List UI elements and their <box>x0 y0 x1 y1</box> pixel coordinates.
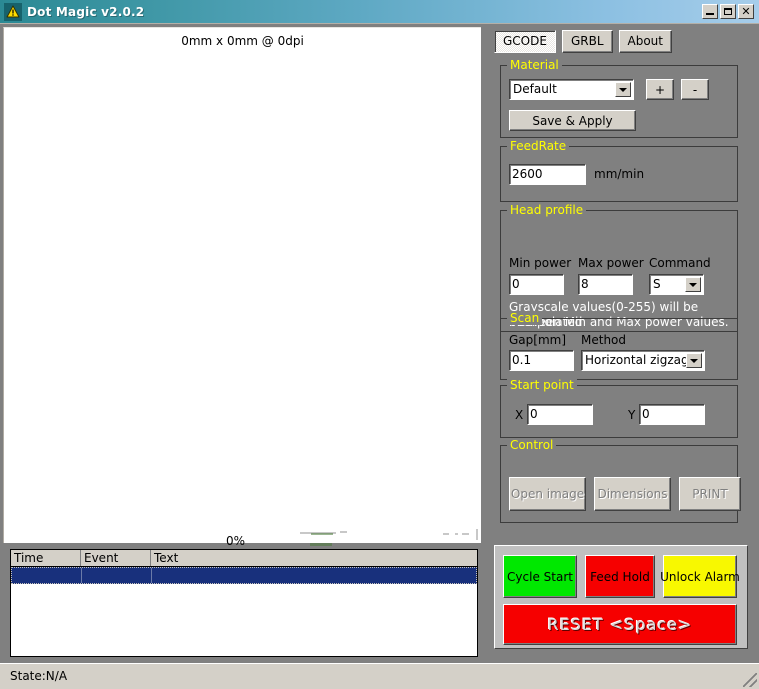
table-row[interactable] <box>11 567 477 584</box>
settings-panel: GCODE GRBL About Material Default + - Sa… <box>487 27 755 657</box>
tab-about[interactable]: About <box>618 30 672 53</box>
start-y-input[interactable]: 0 <box>639 404 705 425</box>
material-select-value: Default <box>513 82 557 96</box>
head-profile-group-label: Head profile <box>507 203 587 217</box>
title-bar: Dot Magic v2.0.2 ✕ <box>0 0 759 24</box>
chevron-down-icon[interactable] <box>686 353 702 368</box>
chevron-down-icon[interactable] <box>685 277 701 292</box>
material-group-label: Material <box>507 58 562 72</box>
scan-gap-label: Gap[mm] <box>509 333 567 347</box>
scan-gap-input[interactable]: 0.1 <box>509 350 574 371</box>
tab-grbl[interactable]: GRBL <box>561 30 613 53</box>
column-header-event[interactable]: Event <box>81 550 151 566</box>
progress-percent-label: 0% <box>226 534 246 548</box>
max-power-input[interactable]: 8 <box>578 274 633 295</box>
app-warning-triangle-icon <box>4 2 22 21</box>
control-group-label: Control <box>507 438 557 452</box>
material-select[interactable]: Default <box>509 79 634 100</box>
tab-gcode[interactable]: GCODE <box>494 30 556 53</box>
cycle-start-button[interactable]: Cycle Start <box>503 555 577 598</box>
render-artifact <box>340 531 347 533</box>
start-x-label: X <box>515 408 524 422</box>
cell-text <box>152 568 476 583</box>
render-artifact <box>443 533 449 535</box>
feedrate-input[interactable]: 2600 <box>509 164 586 185</box>
maximize-icon[interactable] <box>720 4 736 19</box>
chevron-down-icon[interactable] <box>615 82 631 97</box>
open-image-button[interactable]: Open image <box>509 477 586 511</box>
resize-grip-icon[interactable] <box>743 673 757 687</box>
status-bar: State:N/A <box>0 663 759 689</box>
start-y-label: Y <box>628 408 636 422</box>
scan-group: Scan Gap[mm] Method 0.1 Horizontal zigza… <box>500 311 738 380</box>
tab-bar: GCODE GRBL About <box>494 30 672 53</box>
scan-method-select[interactable]: Horizontal zigzag <box>581 350 705 371</box>
command-label: Command <box>649 256 711 270</box>
remove-material-button[interactable]: - <box>681 79 709 100</box>
column-header-time[interactable]: Time <box>11 550 81 566</box>
table-empty-body <box>11 584 477 654</box>
unlock-alarm-button[interactable]: Unlock Alarm <box>660 555 740 598</box>
scan-method-value: Horizontal zigzag <box>585 353 689 367</box>
start-x-input[interactable]: 0 <box>527 404 593 425</box>
render-artifact <box>310 543 332 546</box>
scan-group-label: Scan <box>507 311 543 325</box>
render-artifact <box>455 533 458 535</box>
image-dimensions-caption: 0mm x 0mm @ 0dpi <box>181 34 304 48</box>
control-group: Control Open image Dimensions PRINT <box>500 438 741 523</box>
close-icon[interactable]: ✕ <box>738 4 754 19</box>
window-controls: ✕ <box>702 4 754 19</box>
feedrate-group: FeedRate 2600 mm/min <box>500 139 738 202</box>
cell-event <box>82 568 152 583</box>
min-power-label: Min power <box>509 256 572 270</box>
start-point-group-label: Start point <box>507 378 577 392</box>
command-select[interactable]: S <box>649 274 704 295</box>
machine-controls-panel: Cycle Start Feed Hold Unlock Alarm RESET… <box>494 545 748 649</box>
feedrate-unit-label: mm/min <box>594 167 645 181</box>
material-group: Material Default + - Save & Apply <box>500 58 738 138</box>
render-artifact <box>462 533 469 535</box>
render-artifact <box>476 529 478 540</box>
feed-hold-button[interactable]: Feed Hold <box>585 555 655 598</box>
command-select-value: S <box>653 277 661 291</box>
max-power-label: Max power <box>578 256 644 270</box>
dimensions-button[interactable]: Dimensions <box>594 477 671 511</box>
min-power-input[interactable]: 0 <box>509 274 564 295</box>
application-window: Dot Magic v2.0.2 ✕ 0mm x 0mm @ 0dpi 0% T… <box>0 0 759 689</box>
column-header-text[interactable]: Text <box>151 550 477 566</box>
feedrate-group-label: FeedRate <box>507 139 570 153</box>
status-text: State:N/A <box>10 669 68 683</box>
start-point-group: Start point X 0 Y 0 <box>500 378 738 438</box>
table-header-row: Time Event Text <box>11 550 477 567</box>
reset-button[interactable]: RESET <Space> <box>503 604 737 645</box>
save-and-apply-button[interactable]: Save & Apply <box>509 110 636 131</box>
print-button[interactable]: PRINT <box>679 477 741 511</box>
add-material-button[interactable]: + <box>646 79 674 100</box>
minimize-icon[interactable] <box>702 4 718 19</box>
scan-method-label: Method <box>581 333 627 347</box>
render-artifact <box>311 533 333 535</box>
cell-time <box>12 568 82 583</box>
image-preview-canvas[interactable]: 0mm x 0mm @ 0dpi <box>3 27 481 543</box>
event-log-table[interactable]: Time Event Text <box>10 549 478 657</box>
window-title: Dot Magic v2.0.2 <box>27 4 145 19</box>
